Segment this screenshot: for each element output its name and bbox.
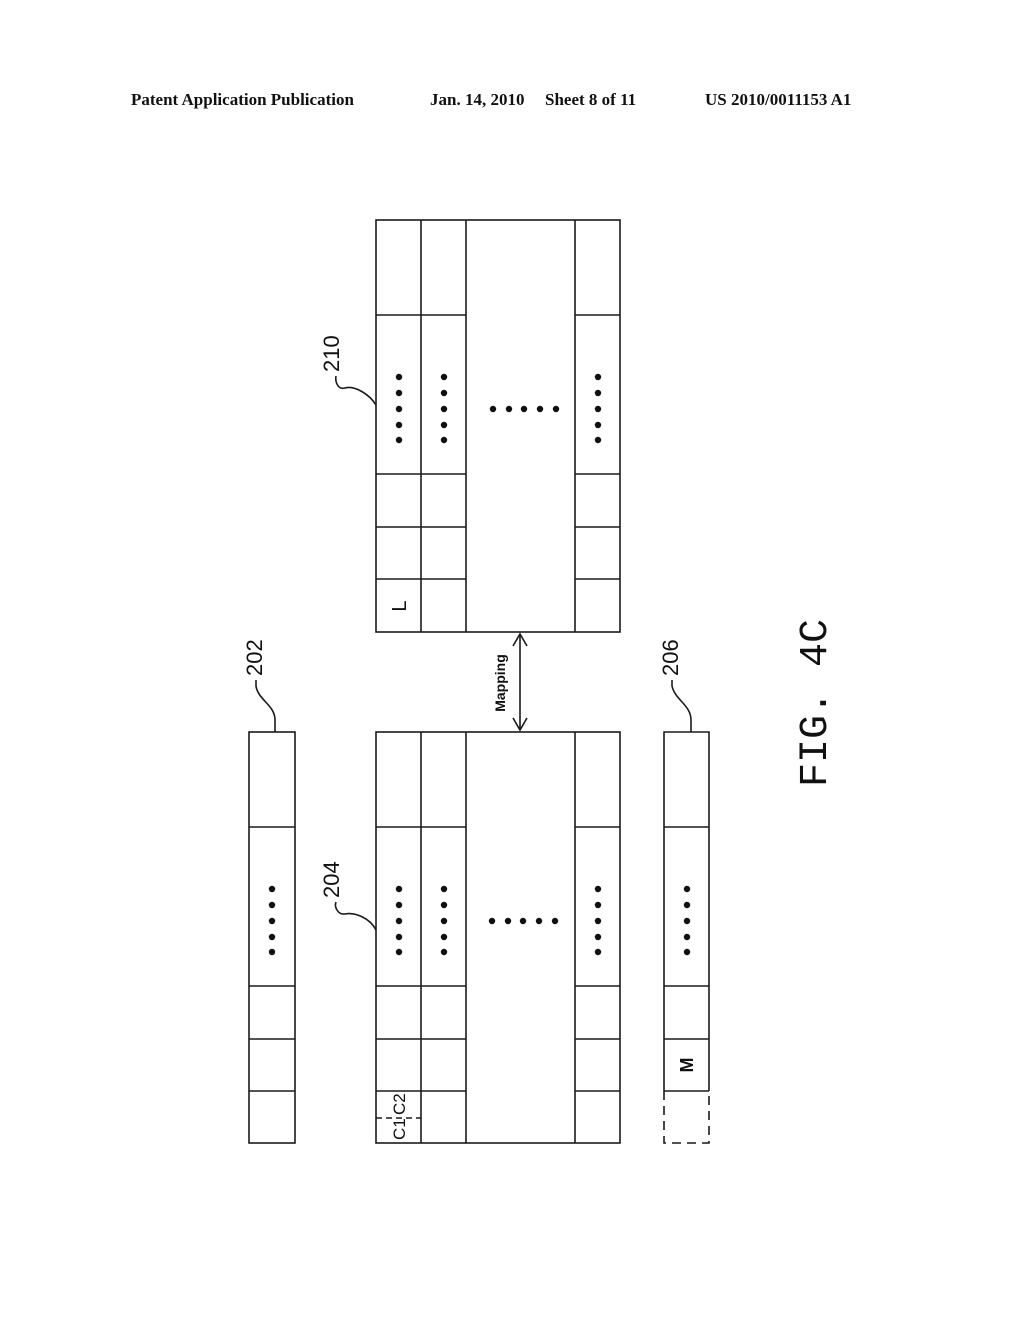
leader-line-204 [334,901,377,931]
ellipsis-vertical [594,373,602,444]
ref-206: 206 [658,639,683,676]
ref-210: 210 [319,335,344,372]
cell-label-m: M [677,1058,697,1073]
ellipsis-horizontal [488,917,559,925]
ellipsis-vertical [440,373,448,444]
cell-label-c2: C2 [390,1093,409,1115]
table-204: C1 C2 204 [319,731,621,1144]
column-206: M 206 [658,639,710,1144]
figure-4c: L 210 Mapping C1 C2 204 202 M 206 FIG. 4… [242,219,839,1144]
column-202: 202 [242,639,296,1144]
leader-line-202 [255,680,276,732]
cell-label-l: L [389,600,411,611]
ellipsis-vertical [395,885,403,956]
column-206-border [663,731,710,1091]
ellipsis-horizontal [489,405,560,413]
table-210-border [375,219,621,633]
cell-label-c1: C1 [390,1118,409,1140]
leader-line-206 [671,680,692,732]
ellipsis-vertical [440,885,448,956]
ref-204: 204 [319,861,344,898]
ellipsis-vertical [268,885,276,956]
ellipsis-vertical [594,885,602,956]
column-206-dashed-cell [663,1091,710,1144]
table-204-border [375,731,621,1144]
mapping-label: Mapping [492,654,508,712]
leader-line-210 [335,375,377,406]
table-210: L 210 [319,219,621,633]
ellipsis-vertical [395,373,403,444]
figure-caption: FIG. 4C [794,619,839,787]
ellipsis-vertical [683,885,691,956]
ref-202: 202 [242,639,267,676]
mapping-arrow: Mapping [492,632,528,732]
